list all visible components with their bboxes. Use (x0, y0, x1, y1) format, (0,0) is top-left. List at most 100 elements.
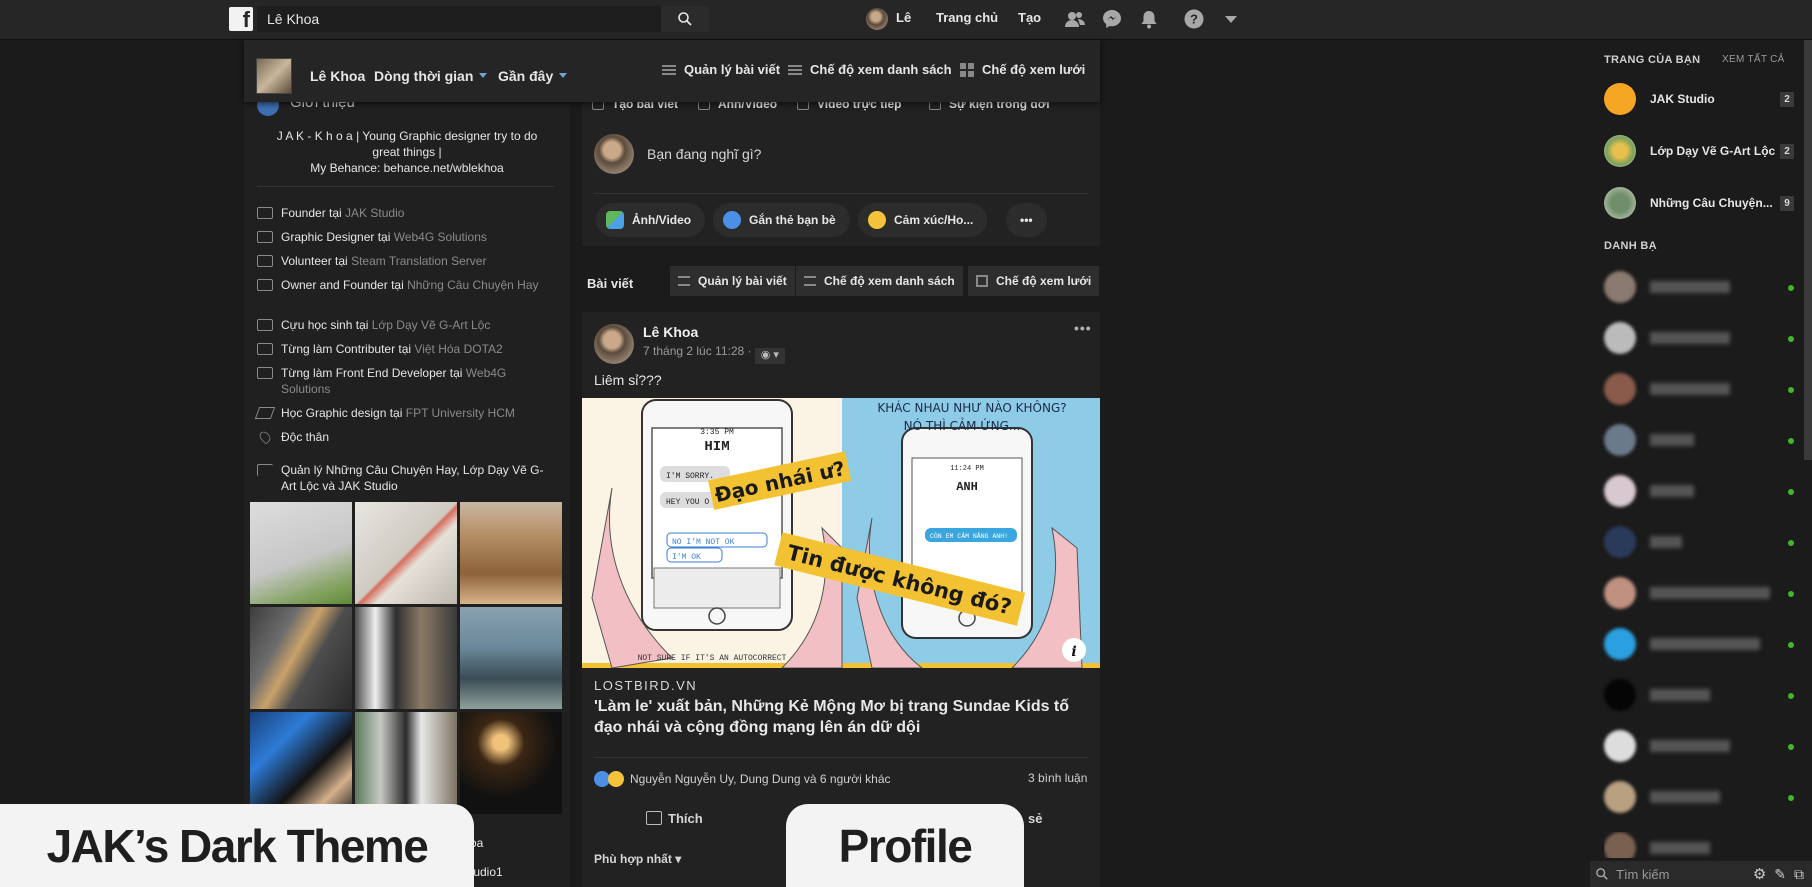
photo-thumbnail[interactable] (250, 607, 352, 709)
friend-requests-icon[interactable] (1064, 8, 1086, 30)
list-view-button[interactable]: Chế độ xem danh sách (788, 62, 952, 77)
contact-item[interactable] (1604, 373, 1794, 407)
facebook-logo-icon[interactable]: f (229, 7, 253, 32)
photo-thumbnail[interactable] (460, 607, 562, 709)
photo-thumbnail[interactable] (250, 502, 352, 604)
contact-item[interactable] (1604, 628, 1794, 662)
list-view-button[interactable]: Chế độ xem danh sách (796, 266, 963, 296)
photo-thumbnail[interactable] (460, 502, 562, 604)
composer-tag-label: Gắn thẻ bạn bè (749, 213, 836, 227)
composer-input[interactable]: Bạn đang nghĩ gì? (647, 146, 761, 162)
photo-thumbnail[interactable] (355, 502, 457, 604)
account-menu-chevron-down-icon[interactable] (1220, 8, 1242, 30)
intro-row-text: Độc thân (281, 429, 329, 445)
contacts-options-icon[interactable]: ⧉ (1794, 866, 1804, 883)
intro-truncated-link[interactable]: tudio1 (470, 865, 503, 879)
privacy-globe-icon[interactable]: ◉ ▾ (754, 348, 785, 364)
comments-count[interactable]: 3 bình luận (1028, 771, 1087, 785)
photo-thumbnail[interactable] (355, 607, 457, 709)
grid-view-button[interactable]: Chế độ xem lưới (968, 266, 1100, 296)
gear-icon[interactable]: ⚙ (1753, 865, 1766, 883)
create-link[interactable]: Tạo (1018, 10, 1041, 25)
contact-name-blurred (1650, 332, 1730, 344)
post-time-text[interactable]: 7 tháng 2 lúc 11:28 · (643, 344, 752, 358)
contact-name-blurred (1650, 689, 1710, 701)
contact-item[interactable] (1604, 526, 1794, 560)
sidebar-scrollbar[interactable] (1804, 40, 1812, 460)
contact-item[interactable] (1604, 271, 1794, 305)
your-pages-heading: TRANG CỦA BẠN (1604, 54, 1701, 66)
contact-item[interactable] (1604, 832, 1794, 858)
bubble-text: I'M OK (672, 553, 701, 562)
contact-avatar (1604, 679, 1636, 711)
intro-row-work: Volunteer tại Steam Translation Server (257, 253, 557, 269)
profile-name-link[interactable]: Lê Khoa (310, 68, 365, 84)
timeline-tab[interactable]: Dòng thời gian (374, 68, 488, 84)
page-item[interactable]: JAK Studio 2 (1604, 82, 1794, 116)
intro-row-link[interactable]: Việt Hóa DOTA2 (414, 342, 502, 356)
profile-thumbnail[interactable] (256, 58, 292, 94)
intro-row-education: Học Graphic design tại FPT University HC… (254, 405, 557, 421)
share-label: sẻ (1028, 811, 1043, 826)
composer-feeling-button[interactable]: Cảm xúc/Ho... (858, 203, 988, 237)
profile-title-label: Profile (786, 804, 1024, 887)
contact-item[interactable] (1604, 424, 1794, 458)
link-domain[interactable]: LOSTBIRD.VN (594, 678, 697, 693)
search-input[interactable] (257, 6, 661, 32)
help-icon[interactable]: ? (1183, 8, 1205, 30)
intro-row-link[interactable]: Lớp Dạy Vẽ G-Art Lộc (372, 318, 491, 332)
notifications-bell-icon[interactable] (1138, 8, 1160, 30)
page-name: JAK Studio (1650, 92, 1715, 106)
like-button[interactable]: Thích (646, 811, 703, 826)
sort-label: Phù hợp nhất (594, 852, 672, 866)
profile-link[interactable]: Lê (896, 10, 911, 25)
intro-row-link[interactable]: Steam Translation Server (351, 254, 486, 268)
post-author-avatar[interactable] (594, 324, 634, 364)
contact-item[interactable] (1604, 577, 1794, 611)
post-author-name[interactable]: Lê Khoa (643, 324, 698, 340)
manage-posts-button[interactable]: Quản lý bài viết (662, 62, 780, 77)
photo-thumbnail[interactable] (250, 712, 352, 814)
link-title[interactable]: 'Làm le' xuất bản, Những Kẻ Mộng Mơ bị t… (594, 696, 1094, 738)
contact-item[interactable] (1604, 730, 1794, 764)
manage-posts-button[interactable]: Quản lý bài viết (670, 266, 795, 296)
intro-row-link[interactable]: FPT University HCM (406, 406, 515, 420)
comment-sort-dropdown[interactable]: Phù hợp nhất ▾ (594, 852, 681, 866)
contact-item[interactable] (1604, 475, 1794, 509)
page-item[interactable]: Lớp Dạy Vẽ G-Art Lộc 2 (1604, 134, 1794, 168)
messenger-icon[interactable] (1101, 8, 1123, 30)
page-avatar (1604, 135, 1636, 167)
flag-icon (257, 464, 273, 476)
recent-dropdown[interactable]: Gần đây (498, 68, 568, 84)
intro-row-link[interactable]: Web4G Solutions (394, 230, 487, 244)
intro-bio: J A K - K h o a | Young Graphic designer… (262, 128, 552, 176)
reactions-summary[interactable]: Nguyễn Nguyễn Uy, Dung Dung và 6 người k… (594, 771, 891, 787)
profile-avatar[interactable] (866, 8, 888, 30)
page-item[interactable]: Những Câu Chuyện... 9 (1604, 186, 1794, 220)
grid-view-button[interactable]: Chế độ xem lưới (960, 62, 1085, 77)
see-all-link[interactable]: XEM TẤT CẢ (1722, 54, 1785, 65)
bio-line: My Behance: behance.net/wblekhoa (310, 161, 504, 175)
home-link[interactable]: Trang chủ (936, 10, 998, 25)
contact-item[interactable] (1604, 679, 1794, 713)
new-message-icon[interactable]: ✎ (1774, 866, 1786, 883)
contact-item[interactable] (1604, 322, 1794, 356)
briefcase-icon (257, 319, 273, 331)
post-link-image[interactable]: 3:35 PM HIM I'M SORRY. HEY YOU O NO I'M … (582, 398, 1100, 668)
composer-photo-button[interactable]: Ảnh/Video (596, 203, 706, 237)
photo-thumbnail[interactable] (460, 712, 562, 814)
intro-row-link[interactable]: Những Câu Chuyện Hay (407, 278, 538, 292)
intro-row-text: Từng làm Contributer tại Việt Hóa DOTA2 (281, 341, 503, 357)
post-options-icon[interactable]: ••• (1074, 320, 1092, 336)
contact-item[interactable] (1604, 781, 1794, 815)
share-button[interactable]: sẻ (1028, 811, 1042, 826)
composer-more-button[interactable]: ••• (1006, 203, 1047, 237)
intro-row-work: Từng làm Contributer tại Việt Hóa DOTA2 (257, 341, 557, 357)
chat-search-bar[interactable]: Tìm kiếm ⚙ ✎ ⧉ (1590, 861, 1812, 887)
intro-row-link[interactable]: JAK Studio (345, 206, 404, 220)
composer-tag-friends-button[interactable]: Gắn thẻ bạn bè (713, 203, 850, 237)
photo-thumbnail[interactable] (355, 712, 457, 814)
page-avatar (1604, 187, 1636, 219)
search-button[interactable] (661, 6, 709, 32)
chat-search-placeholder: Tìm kiếm (1616, 866, 1670, 882)
